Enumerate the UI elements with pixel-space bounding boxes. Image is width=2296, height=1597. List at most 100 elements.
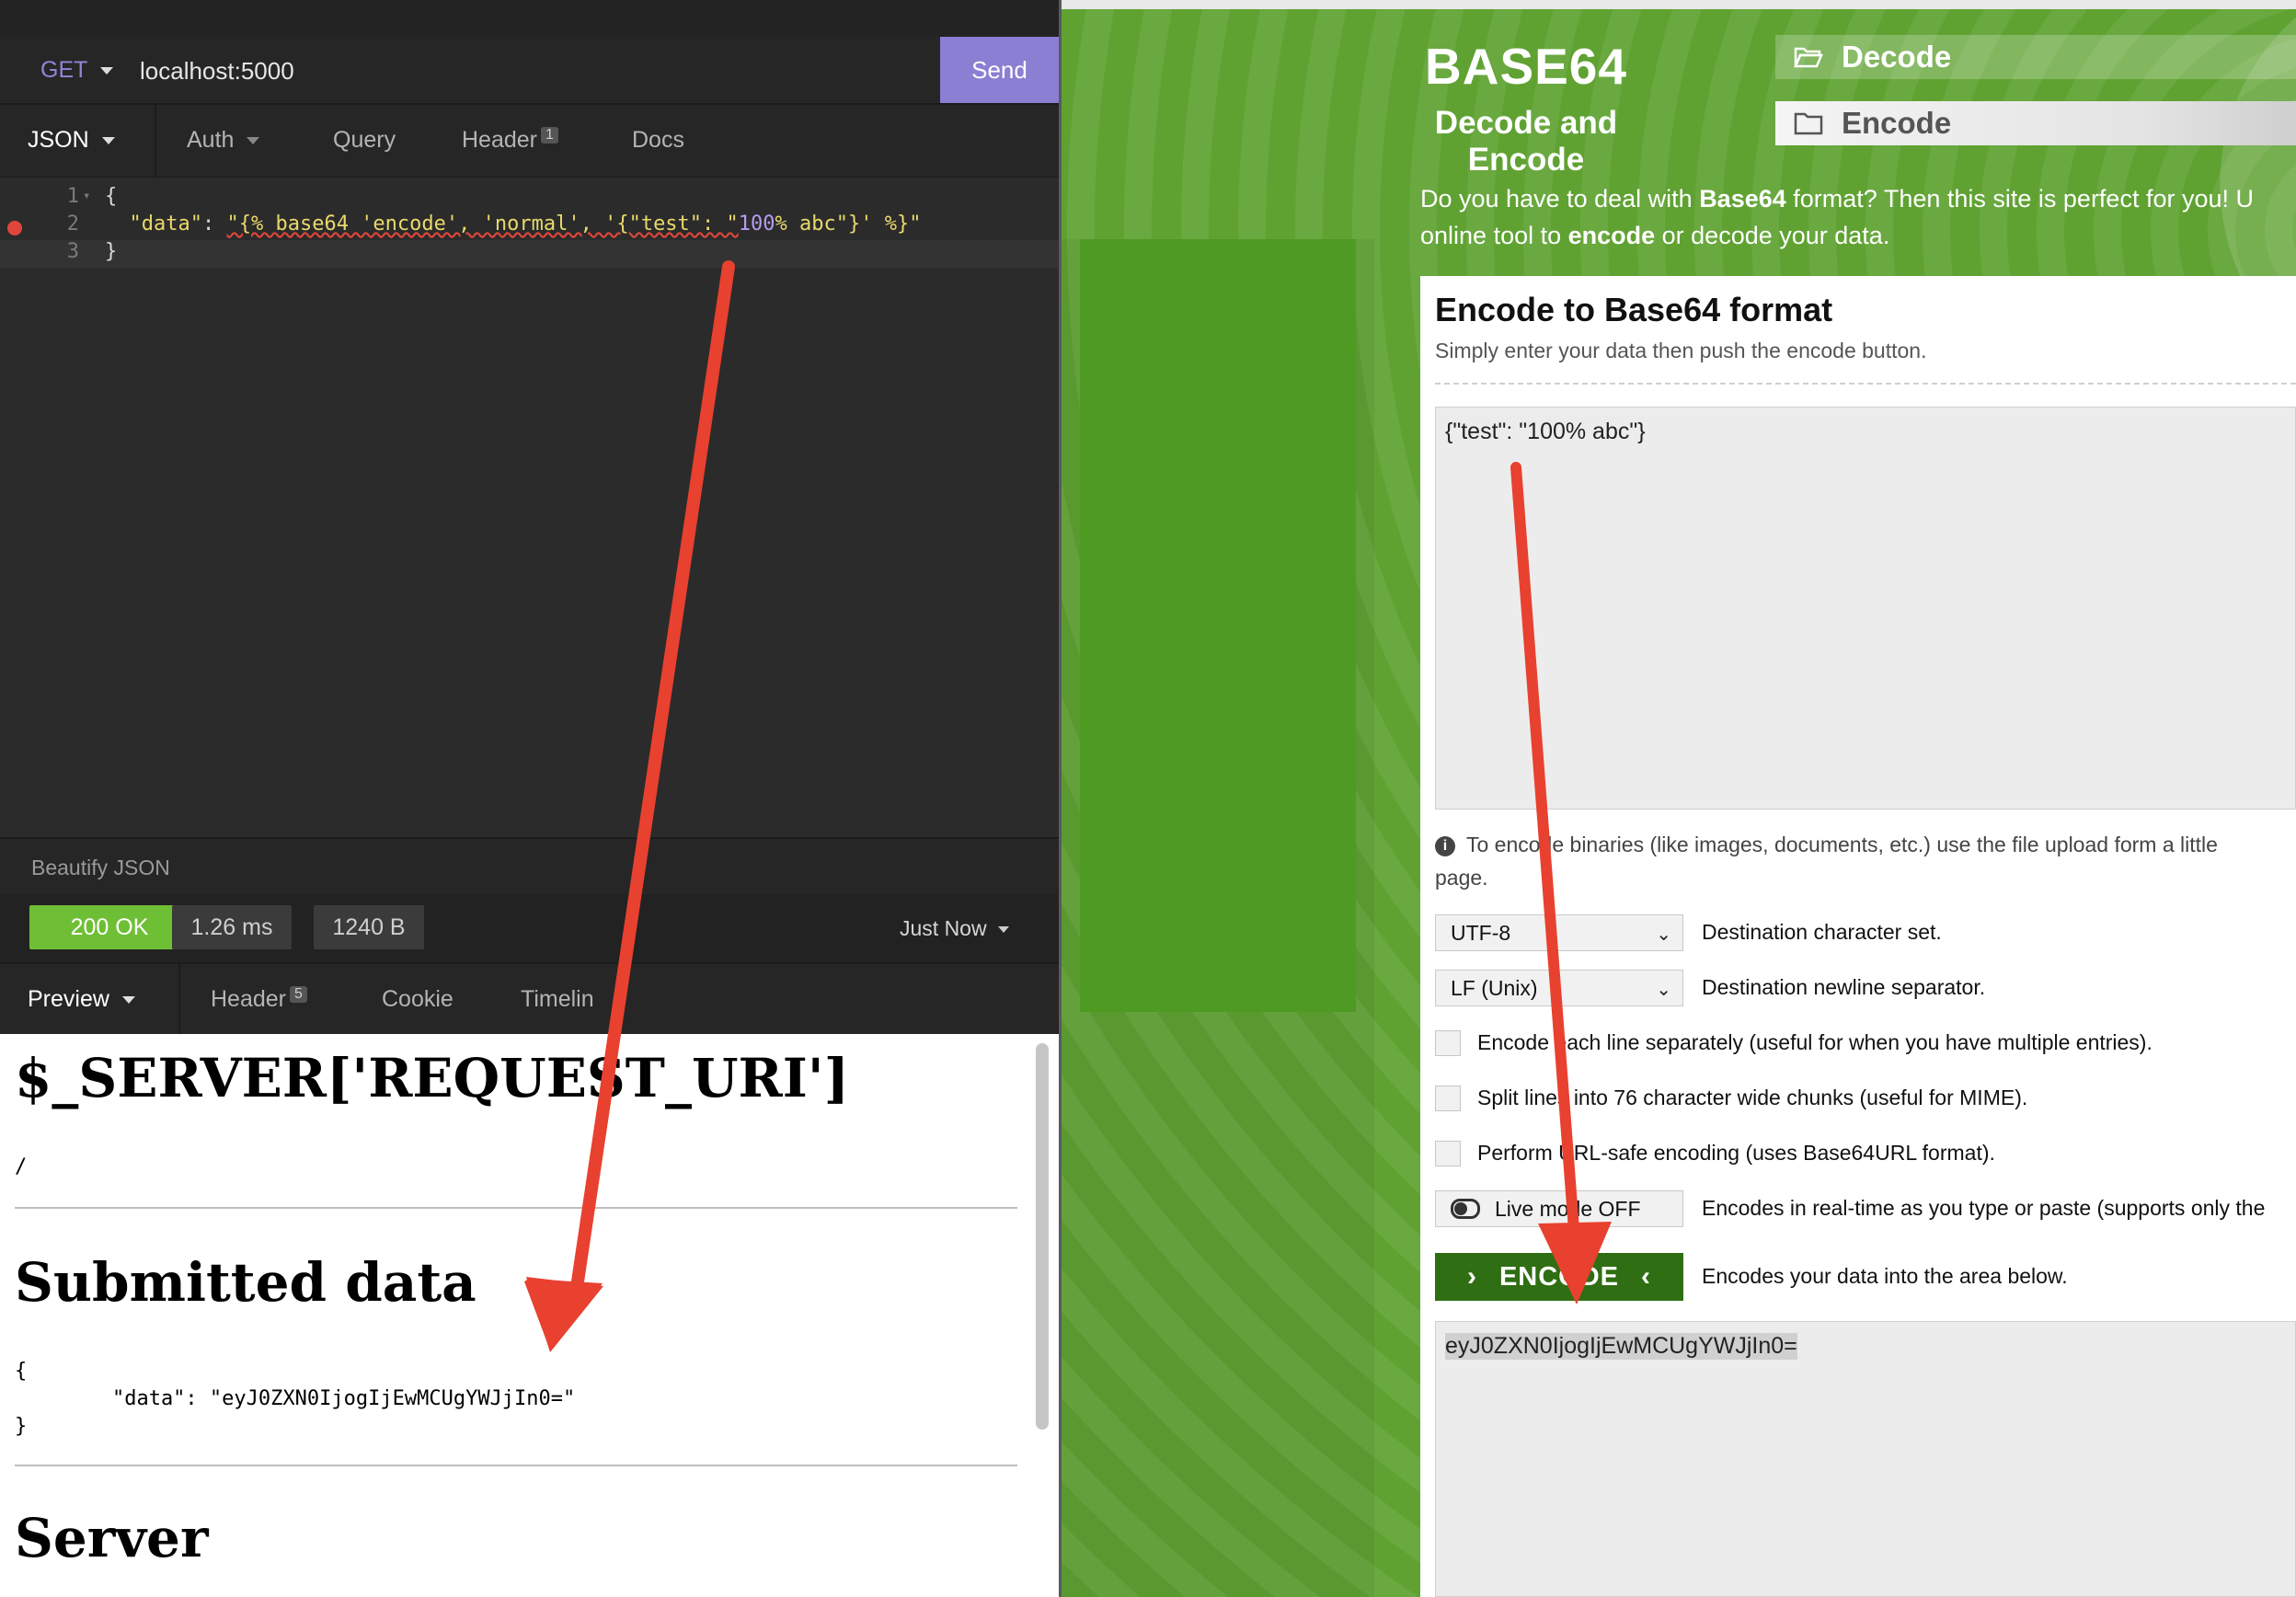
editor-line-current: 3 } bbox=[0, 240, 1059, 268]
chevron-down-icon: ⌄ bbox=[1656, 925, 1671, 945]
tab-query[interactable]: Query bbox=[333, 127, 396, 154]
json-close-brace: } bbox=[15, 1415, 28, 1438]
split-lines-checkbox[interactable] bbox=[1435, 1086, 1461, 1111]
chevron-down-icon: ⌄ bbox=[1656, 980, 1671, 1000]
intro-text-bold: encode bbox=[1567, 222, 1656, 249]
info-text-continued: page. bbox=[1435, 866, 1488, 890]
encode-input-textarea[interactable]: {"test": "100% abc"} bbox=[1435, 407, 2296, 810]
nav-decode-label: Decode bbox=[1842, 40, 1952, 74]
left-sidebar bbox=[1062, 239, 1374, 1597]
error-marker-icon bbox=[7, 221, 22, 236]
url-input[interactable]: localhost:5000 bbox=[140, 57, 294, 86]
live-mode-label: Encodes in real-time as you type or past… bbox=[1702, 1196, 2266, 1220]
tab-timeline[interactable]: Timelin bbox=[521, 986, 594, 1013]
live-mode-text: Live mode OFF bbox=[1495, 1196, 1641, 1221]
line-number: 2 bbox=[66, 213, 79, 236]
json-key: "data" bbox=[129, 213, 202, 236]
tab-header-label: Header bbox=[462, 127, 537, 153]
encode-card: Encode to Base64 format Simply enter you… bbox=[1420, 276, 2296, 1597]
toggle-icon bbox=[1451, 1199, 1480, 1219]
split-lines-label: Split lines into 76 character wide chunk… bbox=[1477, 1086, 2028, 1109]
fold-arrow-icon[interactable]: ▾ bbox=[83, 189, 90, 203]
tab-preview-label: Preview bbox=[28, 986, 109, 1012]
info-text: To encode binaries (like images, documen… bbox=[1466, 833, 2218, 856]
nav-encode-button[interactable]: Encode bbox=[1775, 101, 2296, 145]
json-template-string-end: % abc"}' %}" bbox=[775, 213, 922, 236]
nav-encode-label: Encode bbox=[1842, 106, 1952, 140]
charset-select[interactable]: UTF-8 ⌄ bbox=[1435, 914, 1683, 951]
folder-icon bbox=[1794, 112, 1823, 135]
preview-scrollbar[interactable] bbox=[1036, 1043, 1049, 1430]
divider bbox=[15, 1207, 1017, 1209]
tab-auth-label: Auth bbox=[187, 127, 235, 153]
card-subtitle: Simply enter your data then push the enc… bbox=[1435, 339, 1927, 362]
code-text: } bbox=[105, 240, 118, 263]
encode-button-label: ENCODE bbox=[1498, 1261, 1620, 1292]
intro-text-part: or decode your data. bbox=[1655, 222, 1890, 249]
history-dropdown[interactable]: Just Now bbox=[900, 916, 1009, 941]
site-logo-title: BASE64 bbox=[1425, 38, 1627, 95]
chevron-down-icon bbox=[101, 137, 115, 145]
insomnia-window: GET localhost:5000 Send JSON Auth Query … bbox=[0, 0, 1059, 1597]
heading-request-uri: $_SERVER['REQUEST_URI'] bbox=[15, 1047, 850, 1109]
response-status-bar: 200 OK 1.26 ms 1240 B Just Now bbox=[0, 894, 1059, 962]
url-safe-label: Perform URL-safe encoding (uses Base64UR… bbox=[1477, 1141, 1995, 1165]
charset-row: UTF-8 ⌄ Destination character set. bbox=[1435, 914, 2296, 951]
newline-label: Destination newline separator. bbox=[1702, 975, 1986, 999]
code-text: { bbox=[105, 185, 118, 208]
tab-response-header[interactable]: Header 5 bbox=[211, 986, 307, 1013]
request-uri-value: / bbox=[15, 1155, 28, 1178]
chevron-down-icon bbox=[100, 67, 114, 75]
newline-row: LF (Unix) ⌄ Destination newline separato… bbox=[1435, 970, 2296, 1006]
chevron-right-icon: › bbox=[1466, 1261, 1477, 1292]
live-mode-toggle[interactable]: Live mode OFF bbox=[1435, 1190, 1683, 1227]
line-number: 1 bbox=[66, 185, 79, 208]
chevron-down-icon bbox=[121, 996, 135, 1005]
site-logo[interactable]: BASE64 Decode and Encode bbox=[1374, 37, 1678, 178]
card-title: Encode to Base64 format bbox=[1435, 291, 1833, 328]
tab-body-json[interactable]: JSON bbox=[28, 127, 115, 154]
encode-row: › ENCODE ‹ Encodes your data into the ar… bbox=[1435, 1253, 2296, 1301]
title-bar bbox=[0, 0, 1059, 38]
send-button[interactable]: Send bbox=[940, 37, 1059, 103]
intro-text-part: online tool to bbox=[1420, 222, 1568, 249]
option-split-lines: Split lines into 76 character wide chunk… bbox=[1435, 1080, 2296, 1117]
site-logo-subtitle: Decode and Encode bbox=[1434, 105, 1618, 178]
tab-preview[interactable]: Preview bbox=[28, 986, 135, 1013]
encode-label: Encodes your data into the area below. bbox=[1702, 1264, 2068, 1288]
chevron-down-icon bbox=[997, 926, 1009, 934]
ad-placeholder bbox=[1080, 239, 1356, 1012]
option-url-safe: Perform URL-safe encoding (uses Base64UR… bbox=[1435, 1135, 2296, 1172]
request-tabs: JSON Auth Query Header 1 Docs bbox=[0, 105, 1059, 178]
method-selector[interactable]: GET bbox=[40, 57, 114, 84]
json-colon: : bbox=[201, 213, 227, 236]
tab-divider bbox=[155, 105, 156, 177]
url-safe-checkbox[interactable] bbox=[1435, 1141, 1461, 1166]
each-line-checkbox[interactable] bbox=[1435, 1030, 1461, 1056]
heading-submitted-data: Submitted data bbox=[15, 1251, 476, 1314]
tab-auth[interactable]: Auth bbox=[187, 127, 260, 154]
beautify-json-button[interactable]: Beautify JSON bbox=[0, 837, 1059, 896]
tab-docs[interactable]: Docs bbox=[632, 127, 684, 154]
folder-open-icon bbox=[1794, 47, 1823, 68]
intro-text-bold: Base64 bbox=[1699, 185, 1786, 213]
header-count-badge: 1 bbox=[541, 127, 558, 144]
option-each-line: Encode each line separately (useful for … bbox=[1435, 1025, 2296, 1062]
info-note: i To encode binaries (like images, docume… bbox=[1435, 828, 2296, 894]
charset-select-value: UTF-8 bbox=[1451, 920, 1511, 945]
encode-button[interactable]: › ENCODE ‹ bbox=[1435, 1253, 1683, 1301]
encode-output-textarea[interactable]: eyJ0ZXN0IjogIjEwMCUgYWJjIn0= bbox=[1435, 1321, 2296, 1597]
nav-decode-button[interactable]: Decode bbox=[1775, 35, 2296, 79]
newline-select[interactable]: LF (Unix) ⌄ bbox=[1435, 970, 1683, 1006]
info-icon: i bbox=[1435, 835, 1455, 856]
url-bar: GET localhost:5000 Send bbox=[0, 37, 1059, 105]
code-text: "data": "{% base64 'encode', 'normal', '… bbox=[105, 213, 922, 236]
editor-line: 2 "data": "{% base64 'encode', 'normal',… bbox=[0, 213, 1059, 240]
tab-header[interactable]: Header 1 bbox=[462, 127, 558, 154]
tab-cookie[interactable]: Cookie bbox=[382, 986, 453, 1013]
json-body-editor[interactable]: 1 ▾ { 2 "data": "{% base64 'encode', 'no… bbox=[0, 178, 1059, 837]
live-mode-row: Live mode OFF Encodes in real-time as yo… bbox=[1435, 1190, 2296, 1227]
method-label: GET bbox=[40, 57, 88, 83]
divider bbox=[15, 1465, 1017, 1466]
newline-select-value: LF (Unix) bbox=[1451, 975, 1538, 1000]
